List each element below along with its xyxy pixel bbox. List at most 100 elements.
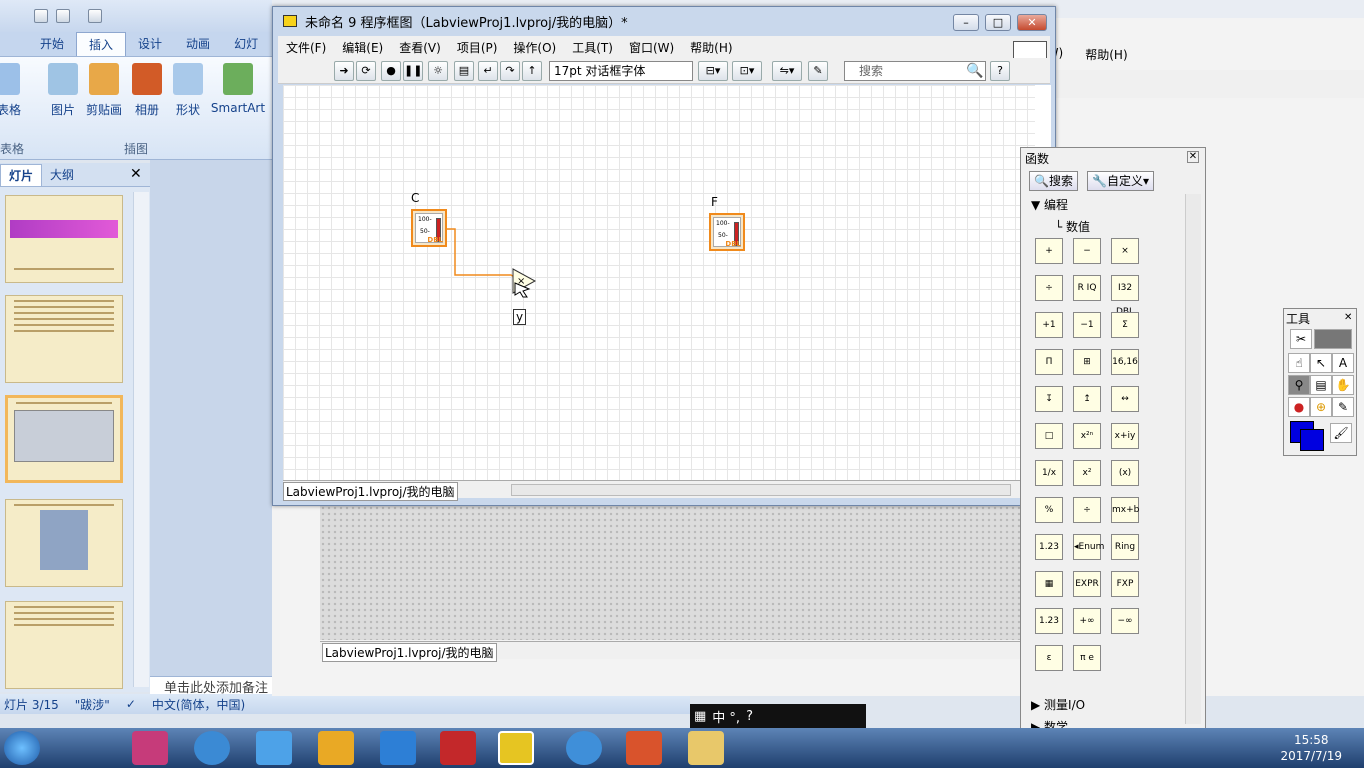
smartart-button[interactable]: SmartArt — [210, 63, 266, 115]
maximize-button[interactable]: □ — [985, 14, 1011, 31]
start-button[interactable] — [4, 731, 40, 765]
search-button[interactable]: 🔍搜索 — [1029, 171, 1078, 191]
ime-grip-icon[interactable]: ▦ — [694, 709, 706, 724]
function-palette-item[interactable]: ÷ — [1073, 497, 1101, 523]
clean-up-diagram-icon[interactable]: ✎ — [808, 61, 828, 81]
menu-tools[interactable]: 工具(T) — [564, 39, 621, 56]
pause-icon[interactable]: ❚❚ — [403, 61, 423, 81]
coloring-tool-icon[interactable]: 🖌 — [1330, 423, 1352, 443]
function-palette-item[interactable]: EXPR — [1073, 571, 1101, 597]
function-palette-item[interactable]: −∞ — [1111, 608, 1139, 634]
taskbar-app-icon[interactable] — [194, 731, 230, 765]
position-tool-icon[interactable]: ↖ — [1310, 353, 1332, 373]
taskbar-app-icon[interactable] — [566, 731, 602, 765]
menu-edit[interactable]: 编辑(E) — [334, 39, 391, 56]
function-palette-item[interactable]: −1 — [1073, 312, 1101, 338]
album-button[interactable]: 相册 — [130, 63, 164, 118]
tab-outline[interactable]: 大纲 — [42, 164, 82, 186]
clipart-button[interactable]: 剪贴画 — [84, 63, 124, 118]
align-objects-icon[interactable]: ⊟▾ — [698, 61, 728, 81]
search-icon[interactable]: 🔍 — [966, 63, 983, 79]
tree-item-numeric[interactable]: └ 数值 — [1031, 216, 1181, 238]
function-palette-item[interactable]: 16,16 — [1111, 349, 1139, 375]
ime-mode[interactable]: 中 °, — [712, 707, 740, 726]
step-into-icon[interactable]: ↵ — [478, 61, 498, 81]
function-palette-item[interactable]: +∞ — [1073, 608, 1101, 634]
function-palette-item[interactable]: ↧ — [1035, 386, 1063, 412]
tab-design[interactable]: 设计 — [126, 32, 174, 56]
taskbar-app-icon[interactable] — [256, 731, 292, 765]
wire-label-y[interactable]: y — [513, 309, 527, 325]
function-palette-item[interactable]: Σ — [1111, 312, 1139, 338]
text-tool-icon[interactable]: A — [1332, 353, 1354, 373]
function-palette-item[interactable]: ▦ — [1035, 571, 1063, 597]
breakpoint-tool-icon[interactable]: ● — [1288, 397, 1310, 417]
function-palette-item[interactable]: +1 — [1035, 312, 1063, 338]
tab-slides[interactable]: 灯片 — [0, 163, 43, 186]
function-palette-item[interactable]: ÷ — [1035, 275, 1063, 301]
control-terminal-c[interactable]: 100- 50- DBL — [411, 209, 447, 247]
slide-thumbnail[interactable] — [5, 601, 123, 689]
menu-view[interactable]: 查看(V) — [391, 39, 449, 56]
tab-slideshow[interactable]: 幻灯 — [222, 32, 270, 56]
run-icon[interactable]: ➜ — [334, 61, 354, 81]
folder-icon[interactable] — [688, 731, 724, 765]
function-palette-item[interactable]: % — [1035, 497, 1063, 523]
scroll-tool-icon[interactable]: ✋ — [1332, 375, 1354, 395]
function-palette-item[interactable]: □ — [1035, 423, 1063, 449]
step-out-icon[interactable]: ↑ — [522, 61, 542, 81]
horizontal-scrollbar[interactable] — [511, 484, 1011, 496]
redo-icon[interactable] — [88, 9, 102, 23]
run-continuous-icon[interactable]: ⟳ — [356, 61, 376, 81]
tab-insert[interactable]: 插入 — [76, 32, 127, 56]
highlight-execution-icon[interactable]: ☼ — [428, 61, 448, 81]
taskbar-app-icon[interactable] — [380, 731, 416, 765]
labview-taskbar-icon[interactable] — [498, 731, 534, 765]
menu-window[interactable]: 窗口(W) — [621, 39, 682, 56]
palette-scrollbar[interactable] — [1185, 194, 1201, 724]
wiring-tool-icon[interactable]: ⚲ — [1288, 375, 1310, 395]
function-palette-item[interactable]: 1/x — [1035, 460, 1063, 486]
function-palette-item[interactable]: + — [1035, 238, 1063, 264]
auto-tool-icon[interactable]: ✂ — [1290, 329, 1312, 349]
close-button[interactable]: ✕ — [1017, 14, 1047, 31]
tree-item-programming[interactable]: ▼ 编程 — [1031, 194, 1181, 216]
function-palette-item[interactable]: × — [1111, 238, 1139, 264]
help-icon[interactable]: ? — [990, 61, 1010, 81]
slide-thumbnail[interactable] — [5, 499, 123, 587]
indicator-terminal-f[interactable]: 100- 50- DBL — [709, 213, 745, 251]
font-select[interactable]: 17pt 对话框字体 — [549, 61, 693, 81]
slide-thumbnail[interactable] — [5, 295, 123, 383]
function-palette-item[interactable]: ↥ — [1073, 386, 1101, 412]
retain-wire-values-icon[interactable]: ▤ — [454, 61, 474, 81]
taskbar-app-icon[interactable] — [132, 731, 168, 765]
slide-thumbnail[interactable] — [5, 195, 123, 283]
background-color[interactable] — [1300, 429, 1324, 451]
menu-project[interactable]: 项目(P) — [449, 39, 506, 56]
function-palette-item[interactable]: − — [1073, 238, 1101, 264]
function-palette-item[interactable]: ε — [1035, 645, 1063, 671]
table-button[interactable]: 表格 — [0, 63, 22, 118]
function-palette-item[interactable]: π e — [1073, 645, 1101, 671]
close-icon[interactable]: ✕ — [1187, 151, 1199, 163]
shortcut-menu-tool-icon[interactable]: ▤ — [1310, 375, 1332, 395]
picture-button[interactable]: 图片 — [46, 63, 80, 118]
close-icon[interactable]: ✕ — [1344, 312, 1352, 323]
function-palette-item[interactable]: R IQ — [1073, 275, 1101, 301]
save-icon[interactable] — [34, 9, 48, 23]
customize-button[interactable]: 🔧自定义▾ — [1087, 171, 1154, 191]
slide-thumbnail[interactable] — [5, 395, 123, 483]
step-over-icon[interactable]: ↷ — [500, 61, 520, 81]
function-palette-item[interactable]: 1.23 — [1035, 608, 1063, 634]
function-palette-item[interactable]: x²ⁿ — [1073, 423, 1101, 449]
front-panel-canvas[interactable] — [320, 505, 1020, 640]
close-icon[interactable]: ✕ — [130, 166, 142, 182]
system-clock[interactable]: 15:58 2017/7/19 — [1280, 732, 1342, 764]
function-palette-item[interactable]: x² — [1073, 460, 1101, 486]
function-palette-item[interactable]: Ring — [1111, 534, 1139, 560]
tab-animation[interactable]: 动画 — [174, 32, 222, 56]
function-palette-item[interactable]: 1.23 — [1035, 534, 1063, 560]
spell-check-icon[interactable]: ✓ — [126, 697, 136, 711]
menu-help[interactable]: 帮助(H) — [682, 39, 740, 56]
ime-help-icon[interactable]: ? — [746, 709, 753, 724]
